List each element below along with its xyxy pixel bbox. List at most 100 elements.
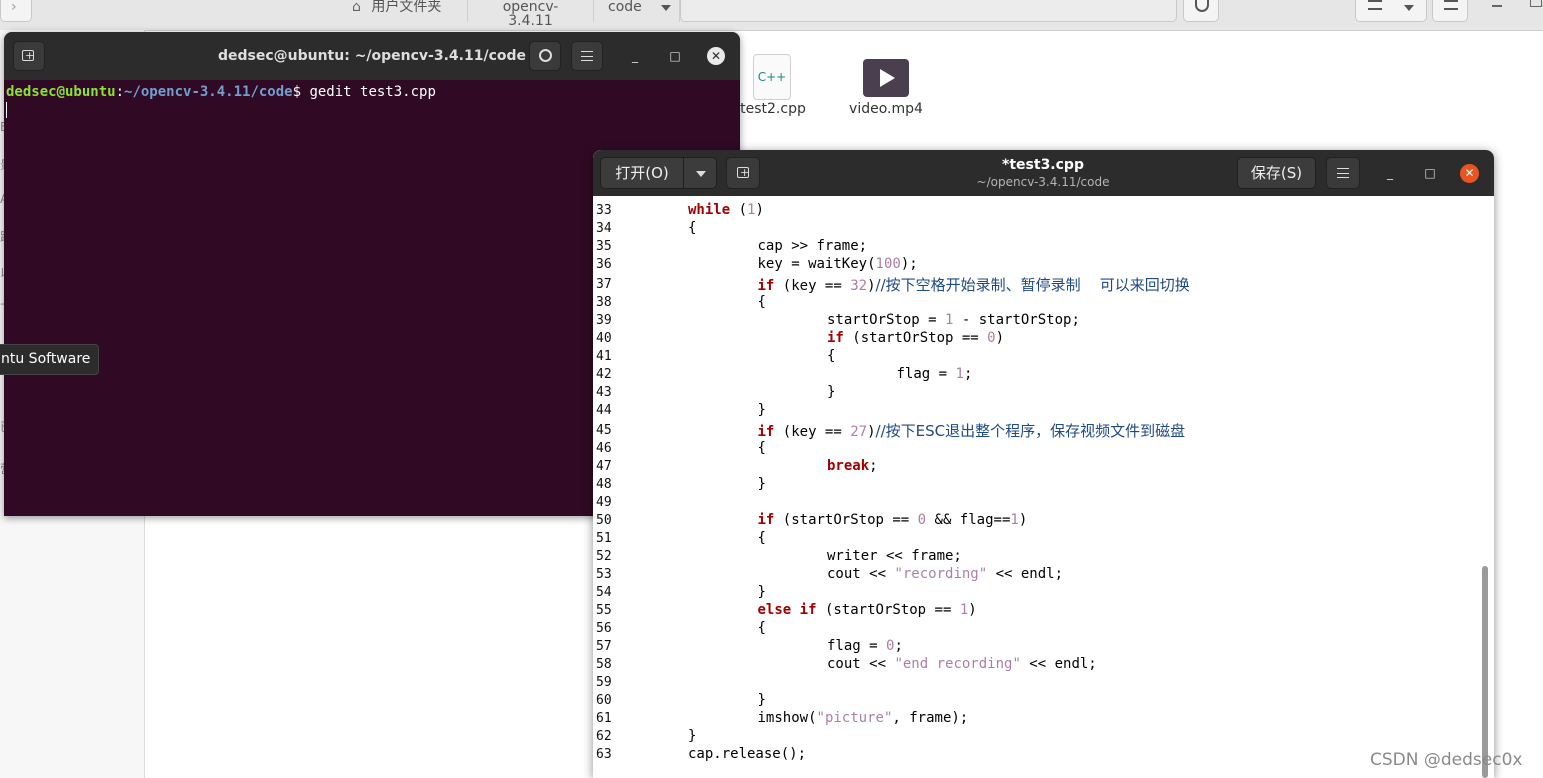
code-keyword: if	[827, 330, 844, 346]
code-editor[interactable]: 32 33 while (1) 34 {35 cap >> frame; 36 key = w…	[593, 196, 1494, 778]
code-text: )	[755, 202, 764, 218]
line-number: 39	[596, 313, 612, 328]
maximize-icon[interactable]	[1530, 0, 1542, 7]
gedit-window[interactable]: 打开(O) + *test3.cpp ~/opencv-3.4.11/code …	[593, 150, 1494, 778]
new-tab-button[interactable]: +	[13, 41, 45, 71]
code-text: cout <<	[827, 656, 895, 672]
code-text: )	[968, 602, 977, 618]
line-number: 44	[596, 403, 612, 418]
code-text: }	[827, 384, 836, 400]
maximize-icon[interactable]: □	[1422, 165, 1438, 181]
line-number: 32	[596, 196, 612, 200]
watermark: CSDN @dedsec0x	[1370, 750, 1523, 770]
line-number: 60	[596, 693, 612, 708]
prompt-user: dedsec@ubuntu	[6, 84, 116, 100]
line-number: 36	[596, 257, 612, 272]
menu-button[interactable]	[1432, 0, 1468, 22]
code-text: ;	[869, 458, 878, 474]
new-document-button[interactable]: +	[726, 157, 760, 189]
code-line: flag = 0;	[827, 638, 903, 654]
code-number: 100	[875, 256, 901, 272]
code-number: 1	[955, 366, 964, 382]
code-text: (key ==	[774, 424, 851, 440]
code-keyword: if	[757, 424, 775, 440]
search-icon	[539, 49, 552, 62]
line-number: 63	[596, 747, 612, 762]
breadcrumb-home[interactable]: ⌂ 用户文件夹	[338, 0, 468, 22]
search-button[interactable]	[1183, 0, 1219, 22]
code-line: else if (startOrStop == 1)	[758, 602, 977, 618]
code-line: if (startOrStop == 0 && flag==1)	[758, 512, 1028, 528]
code-line: cap >> frame;	[758, 238, 868, 254]
breadcrumb-label: opencv-3.4.11	[502, 0, 559, 29]
line-number: 51	[596, 531, 612, 546]
code-text: startOrStop =	[827, 312, 946, 328]
code-keyword: if	[757, 278, 775, 294]
forward-button[interactable]: ›	[0, 0, 32, 22]
code-line: imshow("picture", frame);	[758, 710, 969, 726]
breadcrumb-code[interactable]: code	[594, 0, 680, 22]
code-line: cap.release();	[688, 746, 806, 762]
line-number: 40	[596, 331, 612, 346]
code-text: - startOrStop;	[953, 312, 1080, 328]
code-string: "end recording"	[894, 656, 1021, 672]
code-text: flag =	[896, 366, 956, 382]
code-text: , frame);	[892, 710, 969, 726]
code-text: {	[757, 440, 766, 456]
code-text: {	[827, 348, 836, 364]
breadcrumb: ⌂ 用户文件夹 opencv-3.4.11 code	[338, 0, 680, 28]
minimize-icon[interactable]: _	[1382, 165, 1398, 181]
code-text: ;	[963, 366, 973, 382]
play-icon	[880, 69, 895, 87]
terminal-command: gedit test3.cpp	[309, 84, 436, 100]
save-button[interactable]: 保存(S)	[1237, 157, 1316, 189]
open-dropdown-button[interactable]	[683, 157, 717, 189]
plus-icon: +	[25, 49, 35, 62]
code-line: }	[758, 692, 766, 708]
close-icon: ✕	[1464, 166, 1475, 180]
hamburger-middle	[581, 56, 593, 57]
video-file-icon	[863, 59, 909, 97]
view-options-button[interactable]	[1355, 0, 1427, 22]
code-text: cap >> frame;	[757, 238, 868, 254]
code-text: flag =	[827, 638, 887, 654]
line-number: 54	[596, 585, 612, 600]
code-line: cout << "recording" << endl;	[827, 566, 1063, 582]
code-line: {	[688, 220, 696, 236]
code-text: {	[757, 620, 766, 636]
menu-button[interactable]	[1326, 157, 1360, 189]
search-button[interactable]	[529, 41, 561, 71]
code-text: }	[757, 692, 766, 708]
close-button[interactable]: ✕	[1460, 164, 1479, 183]
open-button[interactable]: 打开(O)	[600, 157, 684, 189]
line-number: 41	[596, 349, 612, 364]
breadcrumb-opencv[interactable]: opencv-3.4.11	[468, 0, 594, 28]
code-text: )	[867, 424, 876, 440]
code-number: 1	[1010, 512, 1019, 528]
prompt-end: $	[292, 84, 310, 100]
line-number: 47	[596, 459, 612, 474]
line-number: 55	[596, 603, 612, 618]
minimize-icon[interactable]: _	[627, 48, 643, 64]
code-text: imshow(	[757, 710, 817, 726]
code-number: 27	[850, 424, 868, 440]
line-number: 50	[596, 513, 612, 528]
search-icon	[1195, 0, 1209, 12]
maximize-icon[interactable]: □	[667, 48, 683, 64]
terminal-title: dedsec@ubuntu: ~/opencv-3.4.11/code	[217, 48, 527, 64]
code-text: }	[757, 476, 766, 492]
minimize-icon[interactable]	[1492, 5, 1502, 7]
home-icon: ⌂	[352, 0, 361, 15]
line-number: 33	[596, 203, 612, 218]
close-icon[interactable]: ✕	[707, 47, 725, 65]
code-text: (startOrStop ==	[774, 512, 918, 528]
line-number: 48	[596, 477, 612, 492]
vertical-scrollbar[interactable]	[1482, 566, 1488, 778]
code-line: }	[758, 476, 766, 492]
document-title: *test3.cpp	[1002, 157, 1084, 173]
code-text: {	[688, 220, 697, 236]
menu-button[interactable]	[571, 41, 603, 71]
line-number: 37	[596, 277, 612, 292]
code-text: ;	[894, 638, 903, 654]
chevron-down-icon	[1404, 5, 1414, 11]
